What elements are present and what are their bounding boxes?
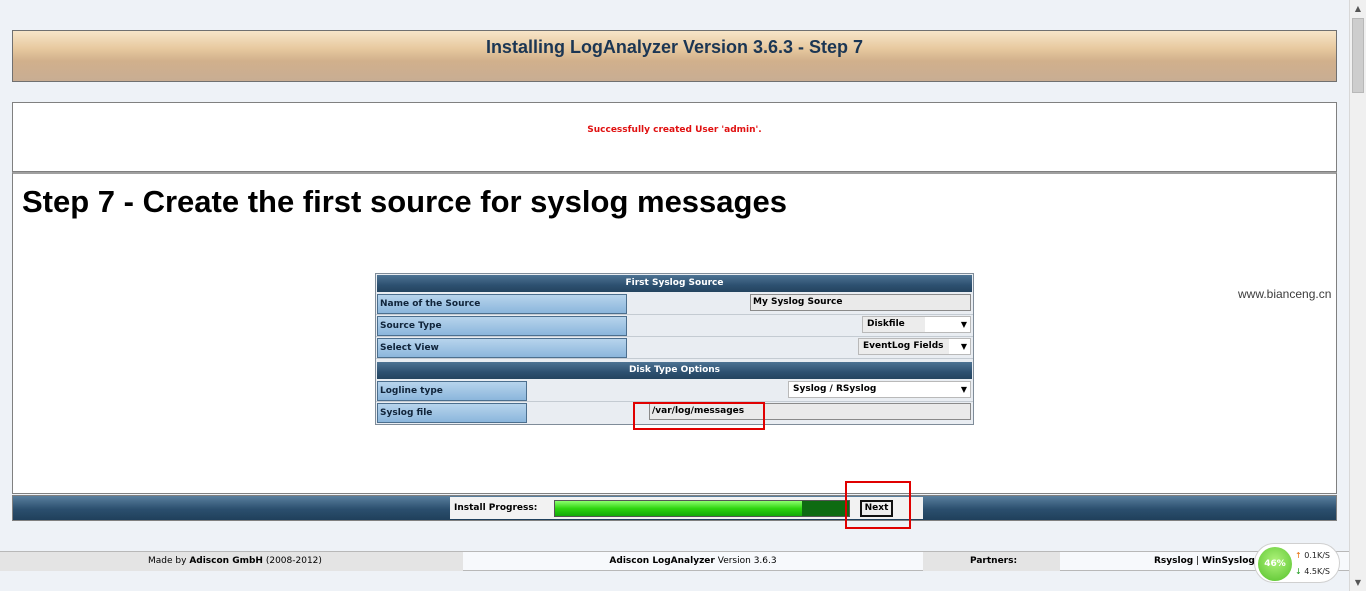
chevron-down-icon: ▼ [960,342,967,351]
progress-track [554,500,850,517]
network-speed-widget[interactable]: 46% ↑ 0.1K/S ↓ 4.5K/S [1254,543,1340,583]
chevron-down-icon: ▼ [960,385,967,394]
arrow-up-icon: ↑ [1295,551,1302,560]
section-first-syslog-source: First Syslog Source [377,275,972,292]
footer-product: Adiscon LogAnalyzer Version 3.6.3 [609,556,777,566]
install-progress-label: Install Progress: [454,503,538,513]
row-source-type: Source Type Diskfile ▼ [376,315,973,337]
row-source-name: Name of the Source My Syslog Source [376,293,973,315]
select-view-select[interactable]: EventLog Fields ▼ [858,338,971,355]
logline-type-select[interactable]: Syslog / RSyslog ▼ [788,381,971,398]
footer-credit: Made by Adiscon GmbH (2008-2012) [0,552,463,571]
partner-rsyslog-link[interactable]: Rsyslog [1154,556,1193,566]
page-header: Installing LogAnalyzer Version 3.6.3 - S… [12,30,1337,82]
highlight-syslog-file [633,402,765,430]
step-heading: Step 7 - Create the first source for sys… [22,184,787,219]
syslog-file-label: Syslog file [377,403,527,423]
scroll-down-icon[interactable]: ▼ [1350,574,1366,591]
select-view-label: Select View [377,338,627,358]
success-message: Successfully created User 'admin'. [587,125,762,135]
page-footer: Made by Adiscon GmbH (2008-2012) Adiscon… [0,551,1349,571]
source-name-input[interactable]: My Syslog Source [750,294,971,311]
row-logline-type: Logline type Syslog / RSyslog ▼ [376,380,973,402]
logline-type-label: Logline type [377,381,527,401]
footer-partners: Partners: [923,552,1060,571]
source-name-label: Name of the Source [377,294,627,314]
section-disk-type-options: Disk Type Options [377,362,972,379]
scroll-thumb[interactable] [1352,18,1364,93]
progress-bar-strip: Install Progress: Next [12,495,1337,521]
cpu-percent-badge: 46% [1258,547,1292,581]
upload-speed: ↑ 0.1K/S [1295,551,1330,560]
source-type-select[interactable]: Diskfile ▼ [862,316,971,333]
company-link[interactable]: Adiscon GmbH [189,556,263,566]
source-type-label: Source Type [377,316,627,336]
vertical-scrollbar[interactable]: ▲ ▼ [1349,0,1366,591]
row-select-view: Select View EventLog Fields ▼ [376,337,973,359]
scroll-up-icon[interactable]: ▲ [1350,0,1366,17]
chevron-down-icon: ▼ [960,320,967,329]
progress-fill [555,501,802,516]
page-title: Installing LogAnalyzer Version 3.6.3 - S… [485,37,864,57]
partner-winsyslog-link[interactable]: WinSyslog [1202,556,1255,566]
product-link[interactable]: Adiscon LogAnalyzer [609,556,714,566]
highlight-next-button [845,481,911,529]
download-speed: ↓ 4.5K/S [1295,567,1330,576]
watermark-text: www.bianceng.cn [1238,287,1332,301]
arrow-down-icon: ↓ [1295,567,1302,576]
message-box: Successfully created User 'admin'. [12,102,1337,172]
